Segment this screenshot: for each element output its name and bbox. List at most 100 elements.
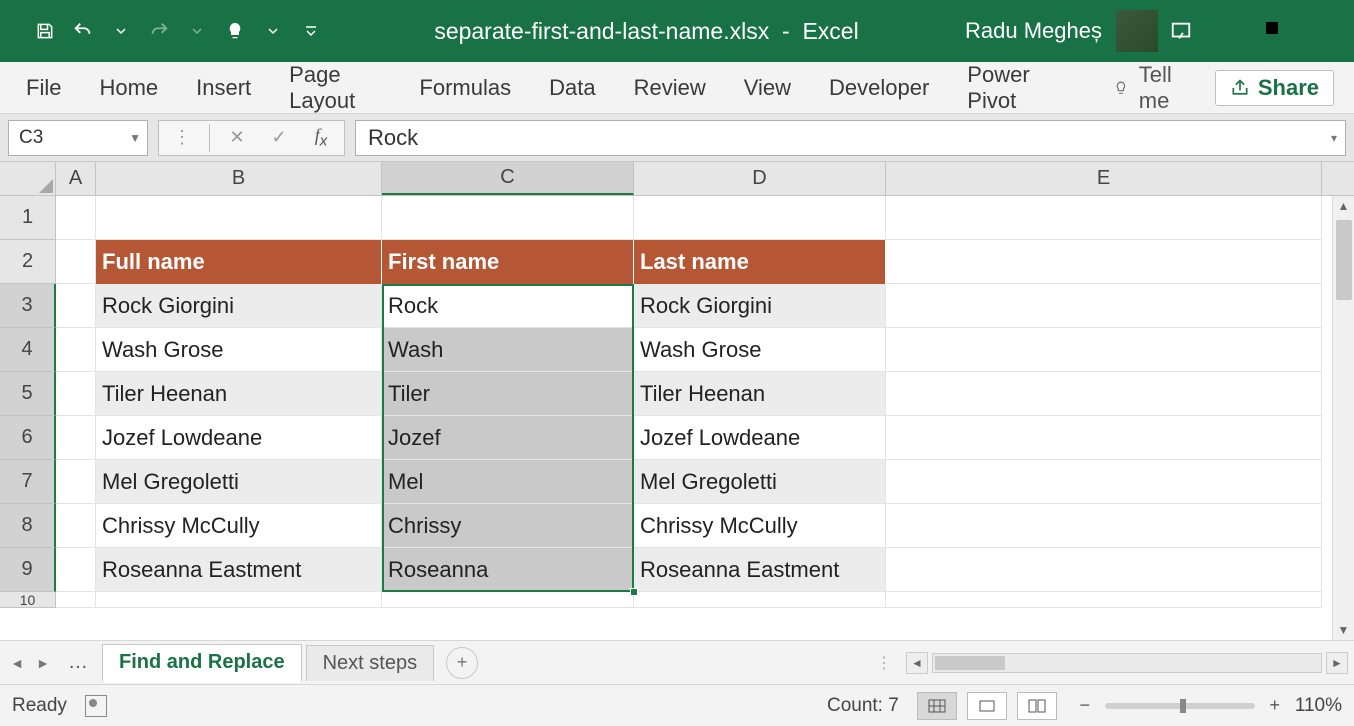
ideas-button[interactable] <box>218 14 252 48</box>
cell[interactable]: Rock <box>382 284 634 328</box>
row-header[interactable]: 2 <box>0 240 56 284</box>
chevron-down-icon[interactable]: ▼ <box>129 131 141 145</box>
select-all-button[interactable] <box>0 162 56 195</box>
row-header[interactable]: 8 <box>0 504 56 548</box>
name-box[interactable]: C3 ▼ <box>8 120 148 156</box>
cell[interactable] <box>382 592 634 608</box>
tab-developer[interactable]: Developer <box>823 69 935 107</box>
maximize-button[interactable] <box>1264 20 1280 43</box>
cell[interactable] <box>886 548 1322 592</box>
column-header-B[interactable]: B <box>96 162 382 195</box>
table-header-full-name[interactable]: Full name <box>96 240 382 284</box>
cell[interactable] <box>96 196 382 240</box>
cell[interactable] <box>56 416 96 460</box>
minimize-button[interactable] <box>1216 20 1234 43</box>
cell[interactable]: Jozef Lowdeane <box>96 416 382 460</box>
cancel-formula-button[interactable]: ✕ <box>218 123 256 153</box>
row-header[interactable]: 5 <box>0 372 56 416</box>
more-options-icon[interactable]: ⋮ <box>163 123 201 153</box>
page-layout-view-button[interactable] <box>967 692 1007 720</box>
cell[interactable] <box>382 196 634 240</box>
tab-power-pivot[interactable]: Power Pivot <box>961 56 1061 120</box>
row-header[interactable]: 9 <box>0 548 56 592</box>
zoom-slider-thumb[interactable] <box>1180 699 1186 713</box>
row-header[interactable]: 3 <box>0 284 56 328</box>
cell[interactable] <box>886 372 1322 416</box>
cell[interactable]: Wash Grose <box>634 328 886 372</box>
tell-me[interactable]: Tell me <box>1113 62 1189 114</box>
insert-function-button[interactable]: fx <box>302 123 340 153</box>
cell[interactable]: Rock Giorgini <box>96 284 382 328</box>
row-header[interactable]: 10 <box>0 592 56 608</box>
redo-dropdown[interactable] <box>180 14 214 48</box>
cell[interactable] <box>56 548 96 592</box>
row-header[interactable]: 6 <box>0 416 56 460</box>
cell[interactable]: Mel Gregoletti <box>96 460 382 504</box>
cell[interactable]: Tiler Heenan <box>96 372 382 416</box>
cell[interactable]: Roseanna <box>382 548 634 592</box>
cell[interactable]: Chrissy <box>382 504 634 548</box>
column-header-E[interactable]: E <box>886 162 1322 195</box>
vertical-scrollbar[interactable]: ▲ ▼ <box>1332 196 1354 640</box>
scroll-down-button[interactable]: ▼ <box>1338 620 1350 640</box>
new-sheet-button[interactable]: + <box>446 647 478 679</box>
enter-formula-button[interactable]: ✓ <box>260 123 298 153</box>
column-header-D[interactable]: D <box>634 162 886 195</box>
cell[interactable] <box>886 328 1322 372</box>
cell[interactable]: Tiler Heenan <box>634 372 886 416</box>
share-button[interactable]: Share <box>1215 70 1334 106</box>
row-header[interactable]: 1 <box>0 196 56 240</box>
cell[interactable] <box>56 460 96 504</box>
cell[interactable] <box>56 372 96 416</box>
scroll-up-button[interactable]: ▲ <box>1338 196 1350 216</box>
redo-button[interactable] <box>142 14 176 48</box>
cell[interactable]: Rock Giorgini <box>634 284 886 328</box>
zoom-out-button[interactable]: − <box>1075 696 1095 716</box>
tab-splitter[interactable]: ⋮ <box>868 653 902 673</box>
sheet-nav-prev[interactable]: ◄ <box>6 648 28 678</box>
cell[interactable] <box>634 196 886 240</box>
zoom-level[interactable]: 110% <box>1295 695 1342 717</box>
scrollbar-thumb[interactable] <box>935 656 1005 670</box>
cell[interactable] <box>56 196 96 240</box>
cell[interactable] <box>634 592 886 608</box>
cell[interactable]: Jozef <box>382 416 634 460</box>
cell[interactable]: Roseanna Eastment <box>634 548 886 592</box>
cell[interactable]: Jozef Lowdeane <box>634 416 886 460</box>
ribbon-display-options[interactable] <box>1164 14 1198 48</box>
cell[interactable]: Tiler <box>382 372 634 416</box>
cell[interactable] <box>56 284 96 328</box>
cell[interactable]: Chrissy McCully <box>634 504 886 548</box>
cell[interactable] <box>56 504 96 548</box>
fill-handle[interactable] <box>630 588 638 596</box>
cell[interactable]: Mel Gregoletti <box>634 460 886 504</box>
undo-dropdown[interactable] <box>104 14 138 48</box>
cell[interactable]: Wash Grose <box>96 328 382 372</box>
cell[interactable] <box>886 240 1322 284</box>
tab-data[interactable]: Data <box>543 69 601 107</box>
save-button[interactable] <box>28 14 62 48</box>
account-area[interactable]: Radu Megheș <box>965 10 1158 52</box>
tab-view[interactable]: View <box>738 69 797 107</box>
tab-page-layout[interactable]: Page Layout <box>283 56 387 120</box>
tab-file[interactable]: File <box>20 69 67 107</box>
table-header-last-name[interactable]: Last name <box>634 240 886 284</box>
sheet-nav-more[interactable]: … <box>58 651 98 674</box>
cell[interactable] <box>96 592 382 608</box>
cell[interactable] <box>886 196 1322 240</box>
spreadsheet-grid[interactable]: A B C D E 1 2 Full name First name Last … <box>0 162 1354 640</box>
sheet-tab[interactable]: Next steps <box>306 645 434 681</box>
table-header-first-name[interactable]: First name <box>382 240 634 284</box>
row-header[interactable]: 7 <box>0 460 56 504</box>
cell[interactable]: Mel <box>382 460 634 504</box>
tab-formulas[interactable]: Formulas <box>413 69 517 107</box>
cell[interactable] <box>886 460 1322 504</box>
cell[interactable]: Chrissy McCully <box>96 504 382 548</box>
sheet-nav-next[interactable]: ► <box>32 648 54 678</box>
undo-button[interactable] <box>66 14 100 48</box>
expand-formula-bar[interactable]: ▾ <box>1331 131 1337 145</box>
cell[interactable]: Wash <box>382 328 634 372</box>
tab-home[interactable]: Home <box>93 69 164 107</box>
horizontal-scrollbar[interactable] <box>932 653 1322 673</box>
normal-view-button[interactable] <box>917 692 957 720</box>
